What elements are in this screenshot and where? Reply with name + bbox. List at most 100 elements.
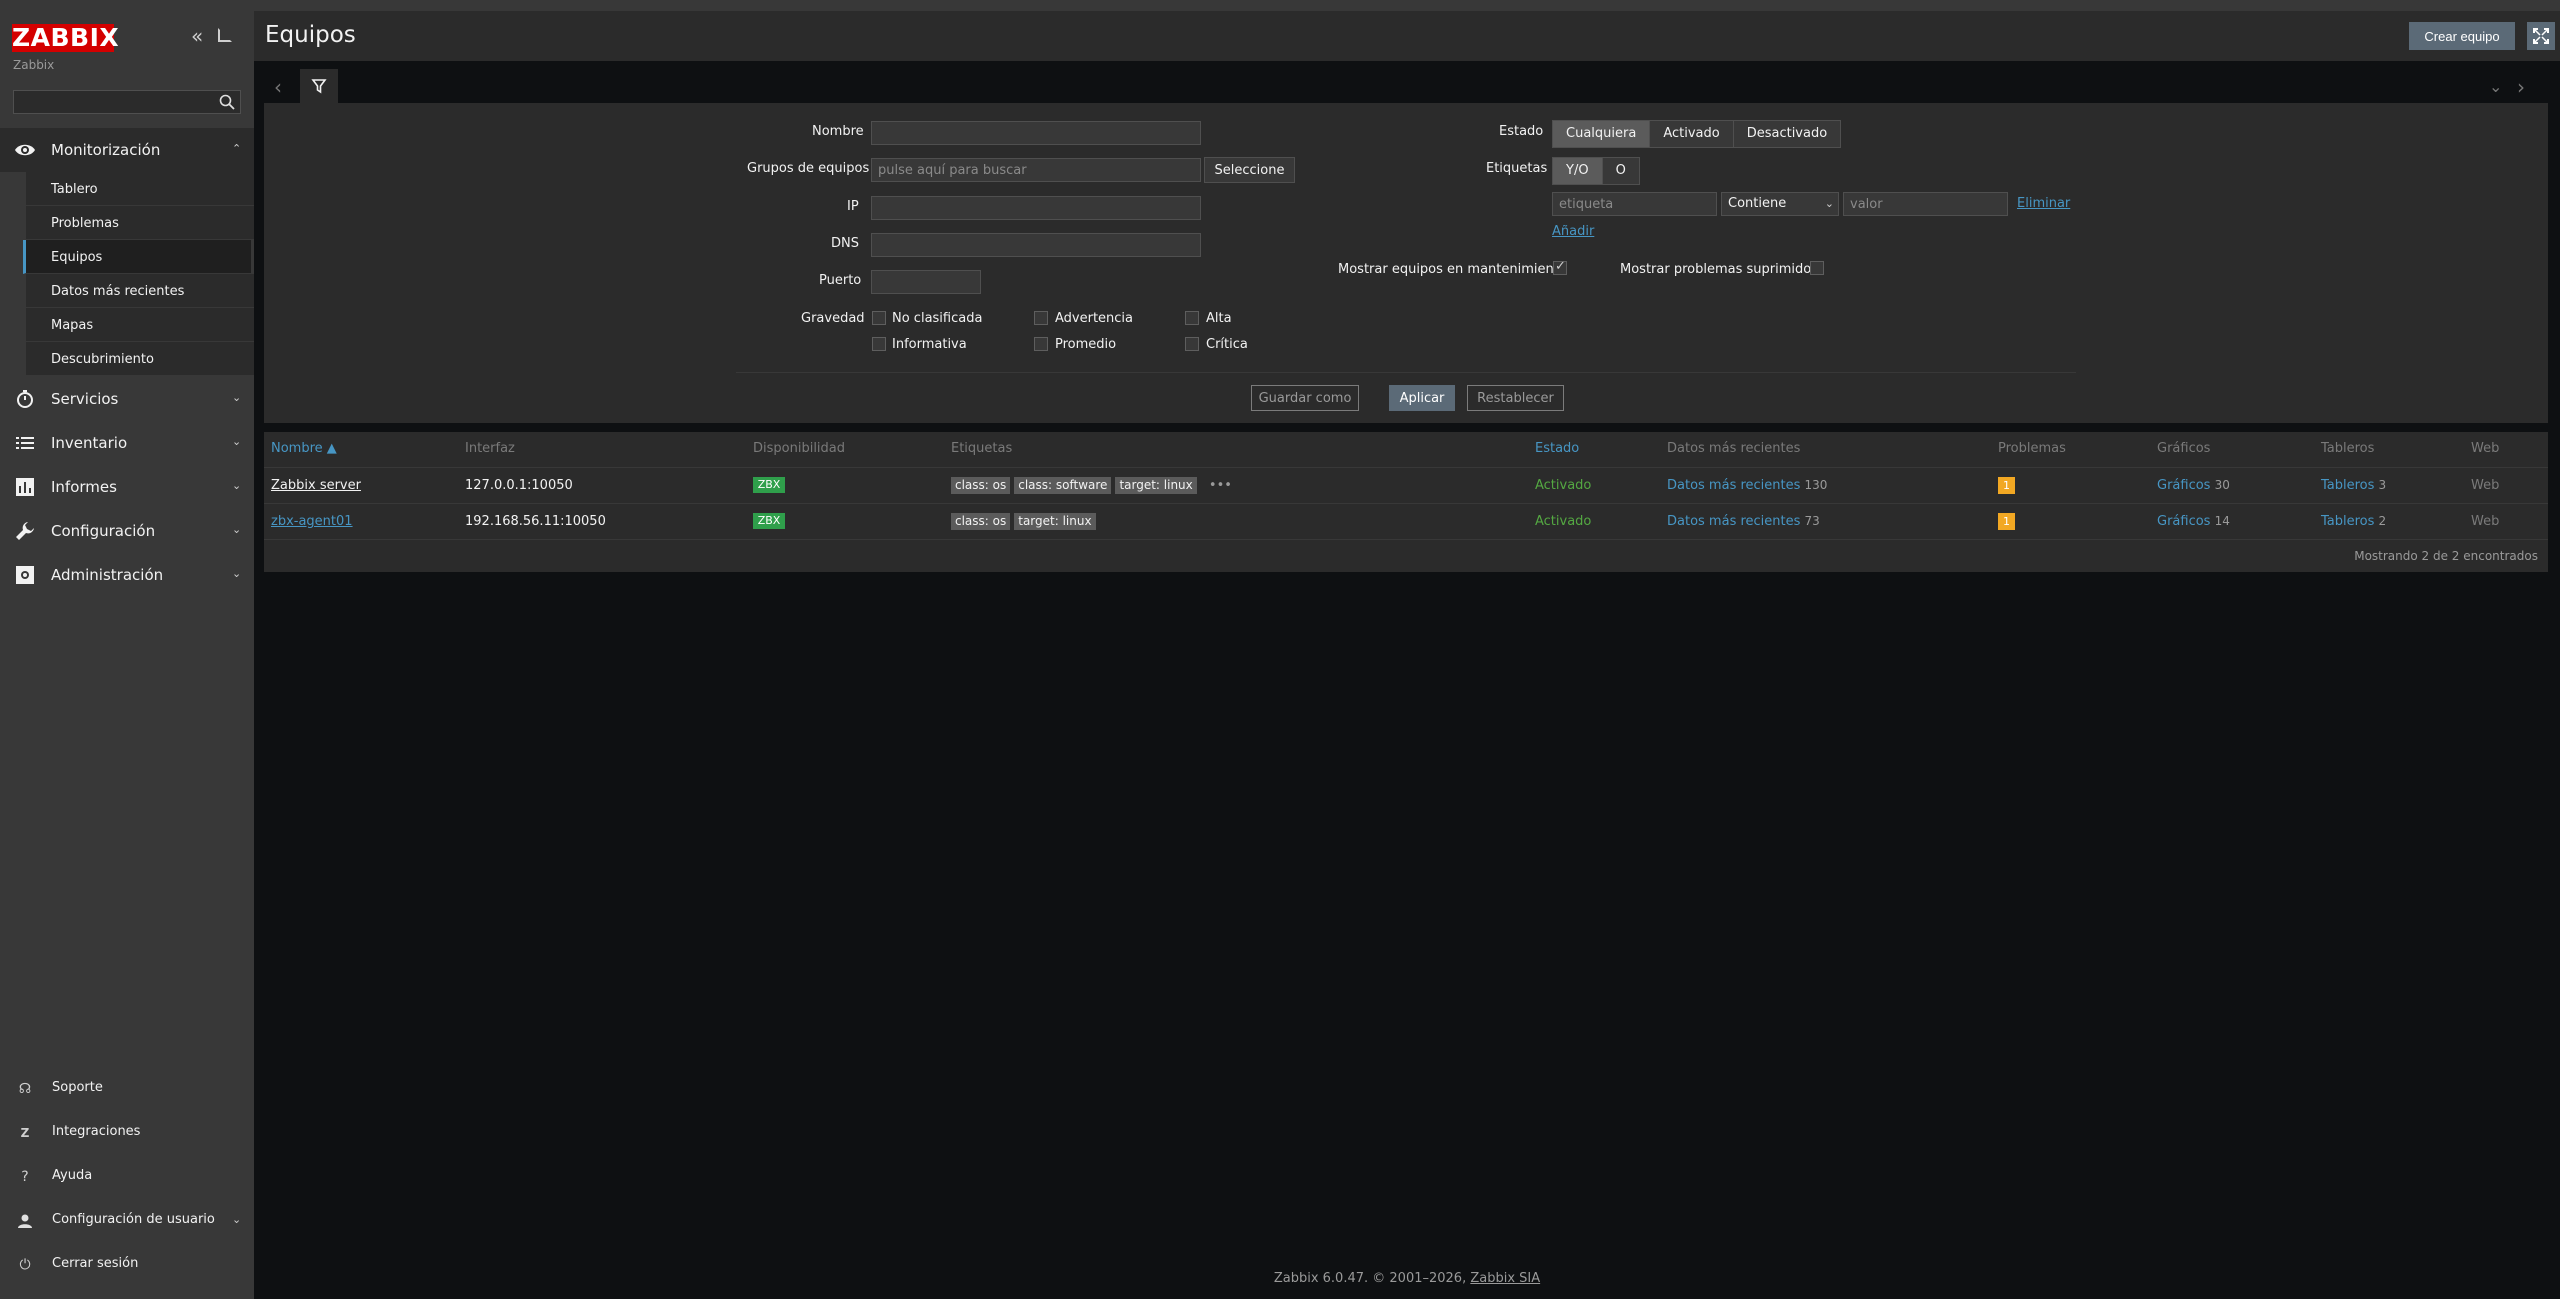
show-suppressed-checkbox[interactable] <box>1810 261 1824 275</box>
severity-checkbox[interactable] <box>872 337 886 351</box>
tag-badge[interactable]: target: linux <box>1115 477 1197 494</box>
availability-badge[interactable]: ZBX <box>753 513 785 529</box>
status-label: Estado <box>1499 124 1544 139</box>
tags-operator-or[interactable]: O <box>1602 158 1639 184</box>
severity-checkbox[interactable] <box>1185 337 1199 351</box>
web-link: Web <box>2471 514 2500 529</box>
menu-administration[interactable]: Administración ⌄ <box>0 553 254 597</box>
sidebar-search[interactable] <box>13 90 241 114</box>
sidebar-item-label: Mapas <box>51 318 94 333</box>
tag-badge[interactable]: class: software <box>1014 477 1112 494</box>
save-as-button[interactable]: Guardar como <box>1251 385 1359 411</box>
show-maintenance-checkbox[interactable] <box>1553 259 1567 275</box>
tag-badge[interactable]: class: os <box>951 513 1011 530</box>
ip-label: IP <box>847 199 859 214</box>
apply-button[interactable]: Aplicar <box>1389 385 1455 411</box>
power-icon: ⏻ <box>19 1257 31 1273</box>
chevron-left-icon[interactable]: ‹ <box>274 75 282 99</box>
host-status[interactable]: Activado <box>1535 514 1591 529</box>
sidebar-item-problems[interactable]: Problemas <box>26 206 254 240</box>
severity-checkbox[interactable] <box>1034 337 1048 351</box>
sidebar-item-user-settings[interactable]: Configuración de usuario ⌄ <box>0 1199 254 1241</box>
fullscreen-button[interactable] <box>2527 22 2555 50</box>
table-row: Zabbix server 127.0.0.1:10050 ZBX class:… <box>264 467 2548 503</box>
column-header-problems: Problemas <box>1998 441 2066 456</box>
dashboards-link[interactable]: Tableros <box>2321 514 2374 529</box>
name-input[interactable] <box>871 121 1201 145</box>
severity-checkbox[interactable] <box>1034 311 1048 325</box>
filter-icon <box>311 79 327 94</box>
tags-operator-and-or[interactable]: Y/O <box>1553 158 1603 184</box>
sidebar-item-help[interactable]: ? Ayuda <box>0 1155 254 1197</box>
tag-badge[interactable]: target: linux <box>1014 513 1096 530</box>
search-input[interactable] <box>14 91 214 113</box>
status-option-enabled[interactable]: Activado <box>1650 121 1734 147</box>
sidebar-item-integrations[interactable]: Z Integraciones <box>0 1111 254 1153</box>
select-host-groups-button[interactable]: Seleccione <box>1204 157 1295 183</box>
search-icon[interactable] <box>218 93 236 111</box>
column-header-web: Web <box>2471 441 2500 456</box>
availability-badge[interactable]: ZBX <box>753 477 785 493</box>
host-status[interactable]: Activado <box>1535 478 1591 493</box>
column-header-status[interactable]: Estado <box>1535 441 1579 456</box>
tag-badge[interactable]: class: os <box>951 477 1011 494</box>
menu-configuration[interactable]: Configuración ⌄ <box>0 509 254 553</box>
latest-data-link[interactable]: Datos más recientes <box>1667 478 1800 493</box>
severity-label-information: Informativa <box>892 337 967 352</box>
create-host-button[interactable]: Crear equipo <box>2409 22 2515 50</box>
sidebar-item-support[interactable]: ☊ Soporte <box>0 1067 254 1109</box>
sidebar-item-hosts[interactable]: Equipos <box>23 240 251 274</box>
sidebar-item-latest-data[interactable]: Datos más recientes <box>26 274 254 308</box>
tag-condition-select[interactable]: Contiene ⌄ <box>1721 192 1839 216</box>
graphs-link[interactable]: Gráficos <box>2157 514 2210 529</box>
page-title: Equipos <box>265 22 356 48</box>
sidebar-item-discovery[interactable]: Descubrimiento <box>26 342 254 376</box>
tag-value-input[interactable] <box>1843 192 2008 216</box>
problems-badge[interactable]: 1 <box>1998 513 2015 530</box>
menu-inventory[interactable]: Inventario ⌄ <box>0 421 254 465</box>
server-name: Zabbix <box>13 58 55 72</box>
tag-name-input[interactable] <box>1552 192 1717 216</box>
latest-data-count: 130 <box>1804 478 1828 492</box>
bar-chart-icon <box>16 478 34 496</box>
port-input[interactable] <box>871 270 981 294</box>
remove-tag-link[interactable]: Eliminar <box>2017 196 2070 211</box>
severity-checkbox[interactable] <box>1185 311 1199 325</box>
dashboards-link[interactable]: Tableros <box>2321 478 2374 493</box>
menu-services[interactable]: Servicios ⌄ <box>0 377 254 421</box>
filter-tabs: ‹ ⌄ › <box>264 69 2548 103</box>
zabbix-logo[interactable]: ZABBIX <box>12 24 119 52</box>
table-footer-row <box>264 539 2548 572</box>
problems-badge[interactable]: 1 <box>1998 477 2015 494</box>
filter-tab[interactable] <box>300 69 338 103</box>
chevron-down-icon[interactable]: ⌄ <box>2489 77 2502 96</box>
severity-label-high: Alta <box>1206 311 1232 326</box>
status-option-disabled[interactable]: Desactivado <box>1733 121 1841 147</box>
menu-monitoring[interactable]: Monitorización ⌃ <box>0 128 254 172</box>
sidebar-item-label: Configuración de usuario <box>52 1212 215 1227</box>
severity-checkbox[interactable] <box>872 311 886 325</box>
host-name-link[interactable]: Zabbix server <box>271 478 361 493</box>
more-tags-icon[interactable]: ••• <box>1209 478 1232 493</box>
collapse-sidebar-icon[interactable]: « <box>191 26 203 46</box>
dns-input[interactable] <box>871 233 1201 257</box>
footer-link[interactable]: Zabbix SIA <box>1470 1271 1540 1286</box>
column-header-name[interactable]: Nombre ▲ <box>271 441 337 456</box>
sidebar-item-maps[interactable]: Mapas <box>26 308 254 342</box>
add-tag-link[interactable]: Añadir <box>1552 224 1594 239</box>
status-option-any[interactable]: Cualquiera <box>1553 121 1651 147</box>
sidebar-item-sign-out[interactable]: ⏻ Cerrar sesión <box>0 1243 254 1285</box>
host-name-link[interactable]: zbx-agent01 <box>271 514 353 529</box>
ip-input[interactable] <box>871 196 1201 220</box>
kiosk-mode-icon[interactable] <box>218 28 232 42</box>
host-tags: class: os class: software target: linux ••… <box>951 477 1232 494</box>
menu-reports[interactable]: Informes ⌄ <box>0 465 254 509</box>
host-groups-input[interactable] <box>871 158 1201 182</box>
sidebar-item-label: Equipos <box>51 250 103 265</box>
eye-icon <box>15 144 35 156</box>
graphs-link[interactable]: Gráficos <box>2157 478 2210 493</box>
latest-data-link[interactable]: Datos más recientes <box>1667 514 1800 529</box>
chevron-right-icon[interactable]: › <box>2517 75 2525 99</box>
sidebar-item-dashboard[interactable]: Tablero <box>26 172 254 206</box>
reset-button[interactable]: Restablecer <box>1467 385 1564 411</box>
